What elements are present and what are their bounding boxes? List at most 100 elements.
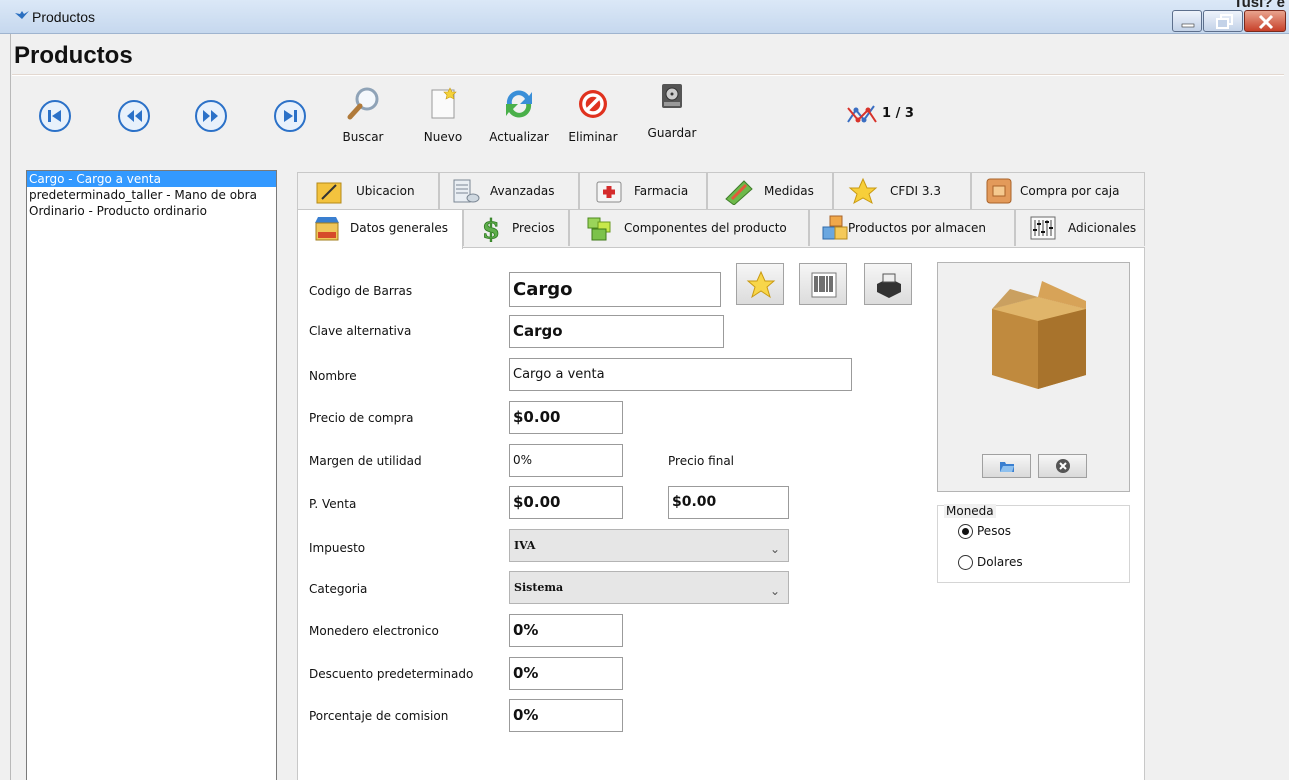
- minimize-button[interactable]: [1172, 10, 1202, 32]
- restore-button[interactable]: [1203, 10, 1243, 32]
- categoria-value: Sistema: [514, 581, 564, 594]
- impuesto-label: Impuesto: [309, 541, 366, 555]
- tab-avanzadas[interactable]: Avanzadas: [439, 172, 579, 209]
- monedero-input[interactable]: 0%: [509, 614, 623, 647]
- monedero-label: Monedero electronico: [309, 624, 439, 638]
- moneda-label: Moneda: [944, 504, 996, 518]
- p-venta-input[interactable]: $0.00: [509, 486, 623, 519]
- radio-checked-icon: [958, 524, 973, 539]
- radio-label: Dolares: [977, 555, 1023, 569]
- nombre-input[interactable]: Cargo a venta: [509, 358, 852, 391]
- page-title: Productos: [14, 42, 133, 69]
- actualizar-label: Actualizar: [489, 130, 549, 144]
- tab-label: Farmacia: [634, 184, 689, 198]
- dollar-icon: $: [482, 215, 501, 242]
- first-record-icon[interactable]: [38, 99, 72, 133]
- window-title: Productos: [32, 9, 96, 25]
- tab-label: Avanzadas: [490, 184, 555, 198]
- tab-adicionales[interactable]: Adicionales: [1015, 209, 1145, 246]
- tab-label: Ubicacion: [356, 184, 415, 198]
- moneda-group: Moneda Pesos Dolares: [937, 504, 1130, 583]
- ruler-icon: [725, 180, 753, 205]
- tab-farmacia[interactable]: Farmacia: [579, 172, 707, 209]
- warehouse-boxes-icon: [822, 215, 848, 240]
- app-bird-icon: [15, 11, 29, 19]
- radio-dolares[interactable]: Dolares: [958, 555, 1023, 570]
- magnifier-icon: [347, 87, 379, 120]
- restore-icon: [1216, 14, 1233, 29]
- eliminar-label: Eliminar: [568, 130, 618, 144]
- clave-alternativa-input[interactable]: Cargo: [509, 315, 724, 348]
- nombre-label: Nombre: [309, 369, 357, 383]
- tab-label: Medidas: [764, 184, 814, 198]
- tab-precios[interactable]: $ Precios: [463, 209, 569, 246]
- previous-record-icon[interactable]: [117, 99, 151, 133]
- remove-image-button[interactable]: [1038, 454, 1087, 478]
- radio-pesos[interactable]: Pesos: [958, 524, 1011, 539]
- product-list[interactable]: Cargo - Cargo a venta predeterminado_tal…: [26, 170, 277, 780]
- tab-cfdi[interactable]: CFDI 3.3: [833, 172, 971, 209]
- open-folder-icon: [1000, 462, 1014, 472]
- codigo-barras-input[interactable]: Cargo: [509, 272, 721, 307]
- close-icon: [1258, 14, 1274, 30]
- margen-utilidad-input[interactable]: 0%: [509, 444, 623, 477]
- impuesto-select[interactable]: IVA ⌄: [509, 529, 789, 562]
- tab-label: Precios: [512, 221, 555, 235]
- save-disk-icon: [662, 84, 682, 108]
- window-title-bar: Productos Tusi? e: [0, 0, 1289, 34]
- store-icon: [315, 217, 339, 241]
- precio-final-label: Precio final: [668, 454, 735, 468]
- precio-compra-input[interactable]: $0.00: [509, 401, 623, 434]
- eliminar-button[interactable]: Eliminar: [566, 84, 620, 144]
- minimize-icon: [1181, 23, 1195, 28]
- tab-ubicacion[interactable]: Ubicacion: [297, 172, 439, 209]
- radio-label: Pesos: [977, 524, 1012, 538]
- categoria-label: Categoria: [309, 582, 368, 596]
- nuevo-button[interactable]: Nuevo: [420, 84, 466, 144]
- close-button[interactable]: [1244, 10, 1286, 32]
- buscar-button[interactable]: Buscar: [340, 84, 386, 144]
- favorite-button[interactable]: [736, 263, 784, 305]
- tab-productos-por-almacen[interactable]: Productos por almacen: [809, 209, 1015, 246]
- tab-datos-generales[interactable]: Datos generales: [297, 209, 463, 249]
- descuento-label: Descuento predeterminado: [309, 667, 474, 681]
- guardar-button[interactable]: Guardar: [644, 84, 700, 140]
- impuesto-value: IVA: [514, 539, 536, 552]
- tab-componentes[interactable]: Componentes del producto: [569, 209, 809, 246]
- list-item[interactable]: Ordinario - Producto ordinario: [27, 203, 276, 219]
- precio-final-input[interactable]: $0.00: [668, 486, 789, 519]
- actualizar-button[interactable]: Actualizar: [486, 84, 552, 144]
- equalizer-icon: [1030, 216, 1056, 240]
- descuento-input[interactable]: 0%: [509, 657, 623, 690]
- next-record-icon[interactable]: [194, 99, 228, 133]
- guardar-label: Guardar: [647, 126, 697, 140]
- precio-compra-label: Precio de compra: [309, 411, 414, 425]
- chevron-down-icon: ⌄: [769, 584, 780, 598]
- categoria-select[interactable]: Sistema ⌄: [509, 571, 789, 604]
- nuevo-label: Nuevo: [423, 130, 463, 144]
- title-divider: [12, 74, 1284, 76]
- svg-text:$: $: [482, 215, 500, 242]
- radio-unchecked-icon: [958, 555, 973, 570]
- star-icon: [848, 177, 878, 205]
- open-image-button[interactable]: [982, 454, 1031, 478]
- first-aid-icon: [596, 181, 622, 203]
- margen-utilidad-label: Margen de utilidad: [309, 454, 422, 468]
- list-item[interactable]: predeterminado_taller - Mano de obra: [27, 187, 276, 203]
- barcode-button[interactable]: [799, 263, 847, 305]
- tab-label: CFDI 3.3: [890, 184, 941, 198]
- list-item[interactable]: Cargo - Cargo a venta: [27, 171, 276, 187]
- last-record-icon[interactable]: [273, 99, 307, 133]
- server-stack-icon: [453, 179, 480, 203]
- product-box-image: [992, 281, 1086, 389]
- print-button[interactable]: [864, 263, 912, 305]
- comision-input[interactable]: 0%: [509, 699, 623, 732]
- tab-medidas[interactable]: Medidas: [707, 172, 833, 209]
- new-document-icon: [431, 87, 457, 119]
- delete-icon: [579, 90, 607, 118]
- comision-label: Porcentaje de comision: [309, 709, 449, 723]
- remove-circle-icon: [1056, 459, 1070, 473]
- clave-alternativa-label: Clave alternativa: [309, 324, 412, 338]
- tab-label: Adicionales: [1068, 221, 1137, 235]
- tab-compra-por-caja[interactable]: Compra por caja: [971, 172, 1145, 209]
